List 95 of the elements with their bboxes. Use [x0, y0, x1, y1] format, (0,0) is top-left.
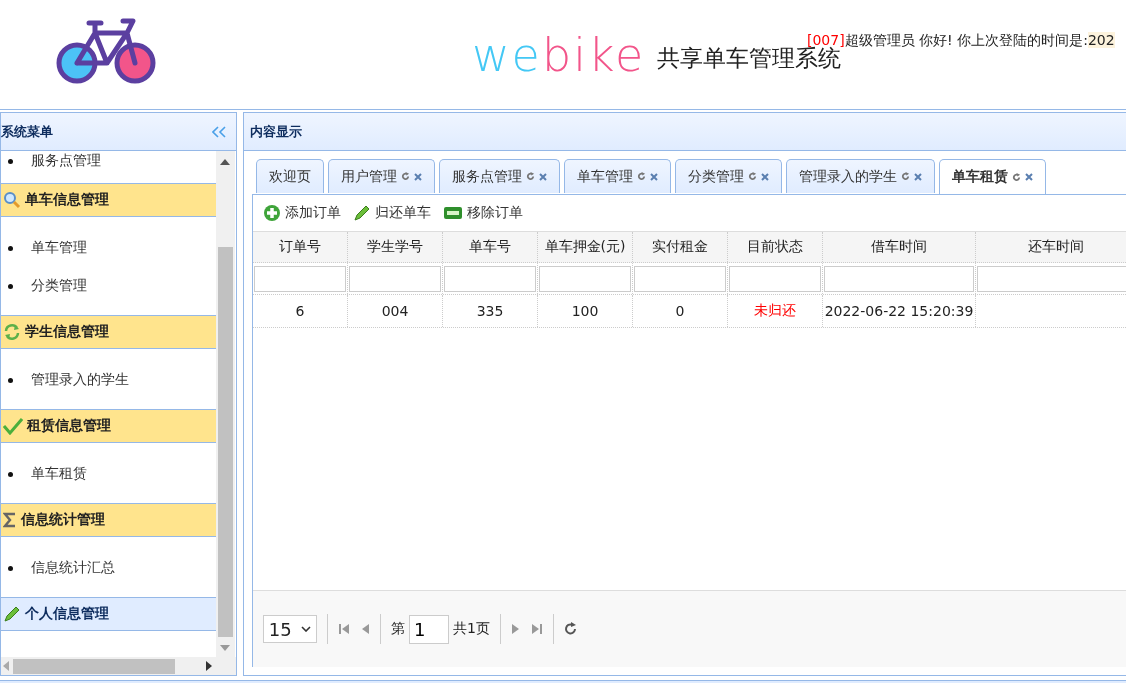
logo-text: bike [541, 28, 646, 82]
filter-field[interactable] [444, 265, 536, 292]
close-icon[interactable] [761, 172, 769, 181]
user-id: [007] [807, 32, 845, 48]
menu-item[interactable]: 管理录入的学生 [31, 371, 129, 389]
table-cell: 未归还 [754, 302, 796, 320]
page-size-select[interactable]: 15 [263, 615, 317, 643]
filter-field[interactable] [977, 265, 1126, 292]
menu-group-title: 个人信息管理 [25, 605, 109, 623]
pencil-icon [3, 605, 21, 623]
page-number-field[interactable]: 1 [409, 614, 449, 644]
menu-group-title: 信息统计管理 [21, 511, 105, 529]
refresh-icon [3, 323, 21, 341]
add-icon [263, 204, 281, 222]
table-cell: 6 [295, 303, 305, 319]
first-page-icon[interactable] [338, 623, 350, 635]
menu-group-header[interactable]: 学生信息管理 [1, 315, 216, 349]
table-cell: 0 [675, 303, 685, 319]
tab[interactable]: 用户管理 [328, 159, 435, 193]
menu-item[interactable]: 信息统计汇总 [31, 559, 115, 577]
close-icon[interactable] [914, 172, 922, 181]
column-header[interactable]: 单车押金(元) [538, 232, 633, 262]
tab[interactable]: 管理录入的学生 [786, 159, 935, 193]
toolbar-button[interactable]: 添加订单 [261, 204, 343, 222]
refresh-icon[interactable] [637, 172, 646, 181]
logo-text: we [472, 28, 542, 82]
close-icon[interactable] [650, 172, 658, 181]
menu-item[interactable]: 单车租赁 [31, 465, 87, 483]
page-total: 共1页 [453, 620, 490, 638]
vertical-scrollbar[interactable] [216, 151, 235, 657]
page-label: 第 [391, 620, 405, 638]
scroll-up-icon[interactable] [220, 159, 230, 165]
check-icon [3, 417, 23, 435]
filter-field[interactable] [634, 265, 726, 292]
filter-field[interactable] [254, 265, 346, 292]
scroll-left-icon[interactable] [3, 661, 9, 671]
menu-group-header[interactable]: 信息统计管理 [1, 503, 216, 537]
menu-group-title: 单车信息管理 [25, 191, 109, 209]
filter-field[interactable] [349, 265, 441, 292]
table-cell: 2022-06-22 15:20:39 [824, 303, 974, 319]
refresh-icon[interactable] [401, 172, 410, 181]
column-header[interactable]: 单车号 [443, 232, 538, 262]
close-icon[interactable] [1025, 173, 1033, 181]
menu-group-header[interactable]: 个人信息管理 [1, 597, 216, 631]
menu-group-header[interactable]: 租赁信息管理 [1, 409, 216, 443]
toolbar-button[interactable]: 移除订单 [441, 204, 525, 222]
refresh-icon[interactable] [748, 172, 757, 181]
previous-page-icon[interactable] [360, 623, 370, 635]
scrollbar-thumb[interactable] [218, 247, 233, 637]
refresh-icon[interactable] [901, 172, 910, 181]
toolbar-button[interactable]: 归还单车 [351, 204, 433, 222]
column-header[interactable]: 实付租金 [633, 232, 728, 262]
filter-field[interactable] [729, 265, 821, 292]
menu-item[interactable]: 单车管理 [31, 239, 87, 257]
horizontal-scrollbar[interactable] [1, 657, 236, 675]
greeting-text: 超级管理员 你好! 你上次登陆的时间是: [844, 32, 1088, 48]
pencil-icon [353, 204, 371, 222]
tab[interactable]: 单车租赁 [939, 159, 1046, 194]
tab[interactable]: 单车管理 [564, 159, 671, 193]
remove-icon [443, 206, 463, 220]
close-icon[interactable] [414, 172, 422, 181]
tab[interactable]: 欢迎页 [256, 159, 324, 193]
refresh-icon[interactable] [1012, 172, 1021, 182]
last-login-time: 202 [1087, 32, 1115, 48]
table-cell: 100 [571, 303, 599, 319]
sidebar-title: 系统菜单 [1, 122, 53, 141]
next-page-icon[interactable] [510, 623, 521, 635]
close-icon[interactable] [539, 172, 547, 181]
menu-item[interactable]: 服务点管理 [31, 152, 101, 170]
scrollbar-thumb[interactable] [13, 658, 175, 674]
column-header[interactable]: 借车时间 [823, 232, 976, 262]
collapse-icon[interactable] [212, 125, 226, 138]
menu-item[interactable]: 分类管理 [31, 277, 87, 295]
table-cell: 004 [381, 303, 409, 319]
filter-field[interactable] [539, 265, 631, 292]
sigma-icon [3, 512, 17, 528]
menu-group-title: 学生信息管理 [25, 323, 109, 341]
search-icon [3, 191, 21, 209]
column-header[interactable]: 学生学号 [348, 232, 443, 262]
scroll-right-icon[interactable] [206, 661, 212, 671]
menu-group-header[interactable]: 单车信息管理 [1, 183, 216, 217]
last-page-icon[interactable] [530, 623, 543, 635]
column-header[interactable]: 订单号 [253, 232, 348, 262]
scroll-down-icon[interactable] [220, 645, 230, 651]
chevron-down-icon [301, 626, 312, 632]
menu-group-title: 租赁信息管理 [27, 417, 111, 435]
tab[interactable]: 分类管理 [675, 159, 782, 193]
refresh-icon[interactable] [563, 622, 578, 636]
tab[interactable]: 服务点管理 [439, 159, 560, 193]
content-title: 内容显示 [249, 122, 302, 141]
column-header[interactable]: 还车时间 [976, 232, 1126, 262]
refresh-icon[interactable] [526, 172, 535, 181]
table-cell: 335 [476, 303, 504, 319]
filter-field[interactable] [824, 265, 974, 292]
column-header[interactable]: 目前状态 [728, 232, 823, 262]
